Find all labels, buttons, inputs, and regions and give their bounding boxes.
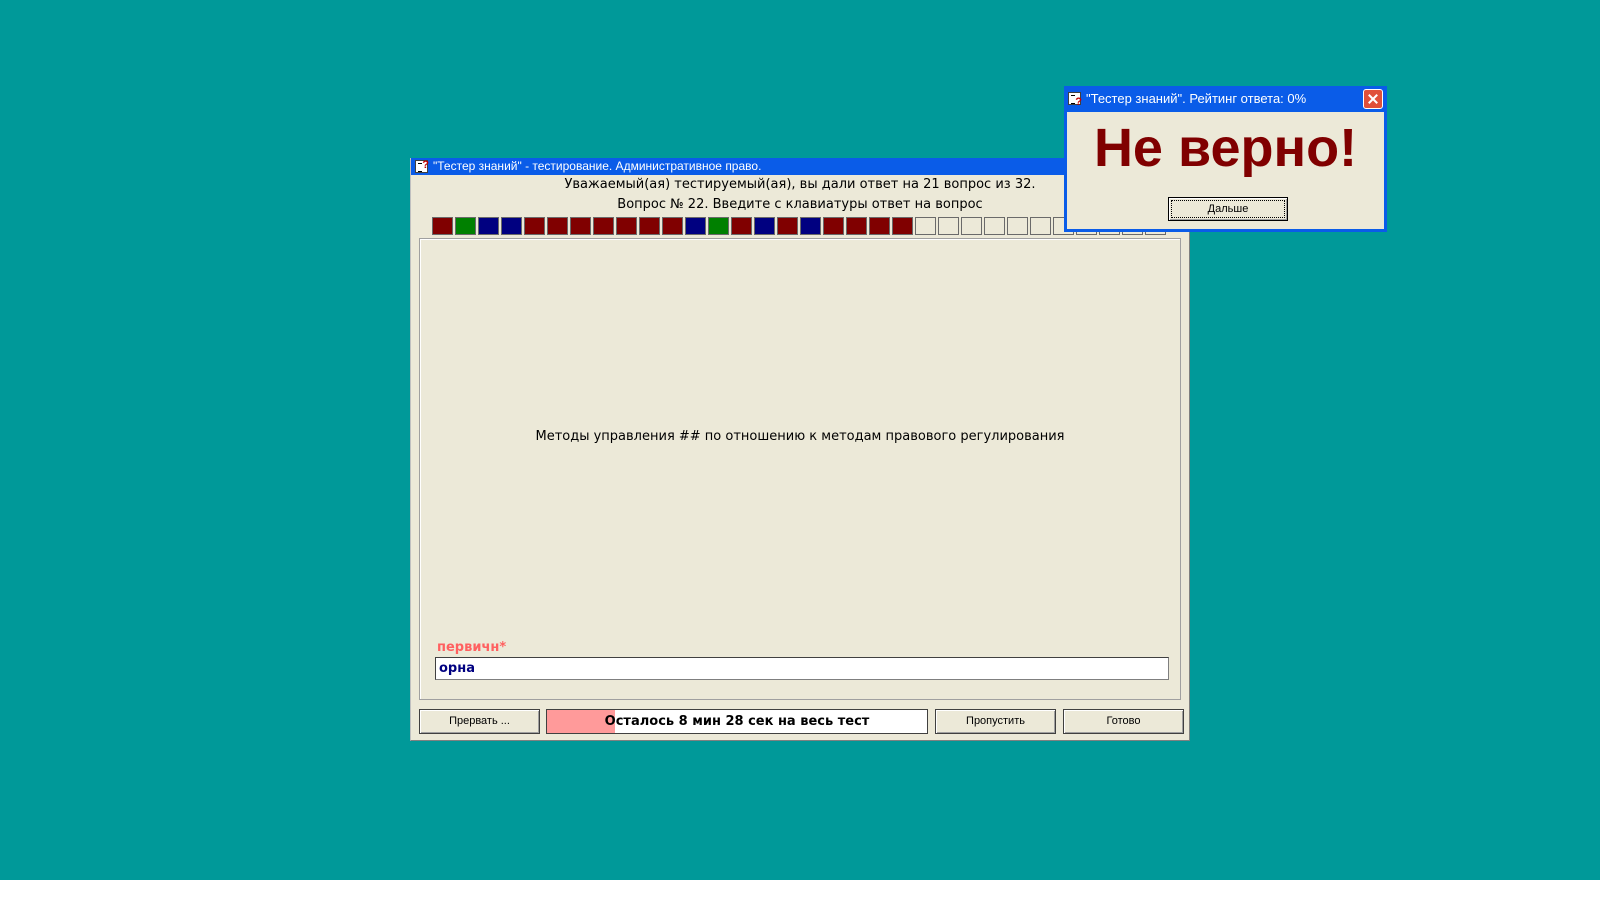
timer-text: Осталось 8 мин 28 сек на весь тест [604,714,870,729]
question-status-square [524,217,545,235]
question-status-square [915,217,936,235]
answer-input[interactable] [435,657,1169,680]
question-status-square [662,217,683,235]
question-status-square [846,217,867,235]
dialog-title: "Тестер знаний". Рейтинг ответа: 0% [1086,91,1307,106]
app-icon [415,158,429,174]
question-status-square [501,217,522,235]
question-status-square [869,217,890,235]
question-status-square [432,217,453,235]
abort-button[interactable]: Прервать ... [419,709,540,734]
question-status-square [938,217,959,235]
result-dialog: "Тестер знаний". Рейтинг ответа: 0% Не в… [1064,86,1387,232]
question-status-square [984,217,1005,235]
question-panel: Методы управления ## по отношению к мето… [419,238,1181,700]
question-status-square [823,217,844,235]
question-status-square [754,217,775,235]
app-icon [1068,89,1082,112]
question-status-square [570,217,591,235]
question-status-square [708,217,729,235]
main-window-title: "Тестер знаний" - тестирование. Админист… [433,159,762,173]
question-status-square [961,217,982,235]
answer-hint-label: первичн* [437,640,507,655]
question-status-square [777,217,798,235]
question-status-square [478,217,499,235]
question-status-square [593,217,614,235]
desktop-bottom-strip [0,880,1600,900]
result-message: Не верно! [1093,118,1358,178]
dialog-titlebar[interactable]: "Тестер знаний". Рейтинг ответа: 0% [1064,86,1387,112]
close-icon[interactable] [1363,89,1383,109]
question-text: Методы управления ## по отношению к мето… [535,429,1065,444]
timer-bar: Осталось 8 мин 28 сек на весь тест [546,709,928,734]
skip-button[interactable]: Пропустить [935,709,1056,734]
question-status-square [547,217,568,235]
question-status-square [1030,217,1051,235]
question-status-square [616,217,637,235]
question-status-square [731,217,752,235]
main-window: "Тестер знаний" - тестирование. Админист… [410,158,1190,741]
done-button[interactable]: Готово [1063,709,1184,734]
question-status-square [800,217,821,235]
question-status-square [685,217,706,235]
question-status-square [892,217,913,235]
question-status-square [1007,217,1028,235]
question-progress-squares [432,217,1168,235]
question-status-square [639,217,660,235]
question-status-square [455,217,476,235]
next-button[interactable]: Дальше [1168,197,1288,221]
